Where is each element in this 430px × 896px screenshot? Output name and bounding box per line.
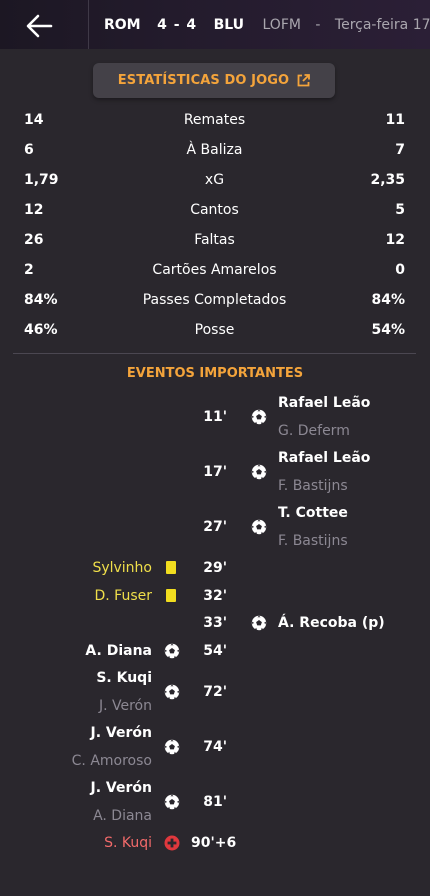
stat-name: Faltas — [194, 232, 235, 248]
event-minute: 29' — [203, 560, 227, 576]
stat-home-value: 14 — [24, 112, 44, 128]
event-player: T. Cottee — [278, 505, 348, 521]
event-assist: A. Diana — [93, 808, 152, 824]
event-minute: 27' — [203, 519, 227, 535]
event-player: Sylvinho — [92, 560, 152, 576]
yellow-card-icon — [166, 589, 176, 602]
goal-ball-icon — [164, 794, 180, 810]
stat-home-value: 1,79 — [24, 172, 59, 188]
event-player: S. Kuqi — [104, 835, 152, 851]
back-arrow-icon[interactable] — [24, 12, 54, 40]
match-summary: ROM 4 - 4 BLU LOFM - Terça-feira 17 — [104, 16, 430, 34]
event-player: J. Verón — [90, 725, 152, 741]
header-divider — [88, 0, 89, 49]
stat-name: Posse — [194, 322, 235, 338]
stat-row: À Baliza 6 7 — [24, 140, 405, 160]
match-date: Terça-feira 17 — [334, 17, 430, 33]
stat-row: Faltas 26 12 — [24, 230, 405, 250]
goal-ball-icon — [164, 684, 180, 700]
event-player: Rafael Leão — [278, 395, 371, 411]
event-assist: F. Bastijns — [278, 533, 348, 549]
event-player: S. Kuqi — [96, 670, 152, 686]
stat-away-value: 5 — [395, 202, 405, 218]
home-team: ROM — [104, 17, 141, 33]
stat-row: Passes Completados 84% 84% — [24, 290, 405, 310]
goal-ball-icon — [164, 739, 180, 755]
yellow-card-icon — [166, 561, 176, 574]
event-player: A. Diana — [85, 643, 152, 659]
goal-ball-icon — [251, 409, 267, 425]
stat-away-value: 12 — [385, 232, 405, 248]
goal-ball-icon — [251, 519, 267, 535]
header-separator: - — [315, 17, 321, 33]
stat-home-value: 2 — [24, 262, 34, 278]
stat-name: Remates — [183, 112, 246, 128]
match-header: ROM 4 - 4 BLU LOFM - Terça-feira 17 — [0, 0, 430, 49]
event-minute: 17' — [203, 464, 227, 480]
competition: LOFM — [262, 17, 301, 33]
stat-name: xG — [204, 172, 225, 188]
external-link-icon — [297, 74, 311, 87]
goal-ball-icon — [251, 615, 267, 631]
event-minute: 11' — [203, 409, 227, 425]
stat-away-value: 2,35 — [370, 172, 405, 188]
injury-icon — [164, 835, 180, 851]
section-divider — [13, 353, 416, 354]
stat-row: Posse 46% 54% — [24, 320, 405, 340]
stat-row: Remates 14 11 — [24, 110, 405, 130]
event-minute: 32' — [203, 588, 227, 604]
goal-ball-icon — [251, 464, 267, 480]
event-assist: J. Verón — [98, 698, 152, 714]
event-minute: 90'+6 — [191, 835, 237, 851]
stat-name: Cartões Amarelos — [152, 262, 277, 278]
stat-away-value: 7 — [395, 142, 405, 158]
event-minute: 33' — [203, 615, 227, 631]
stat-home-value: 46% — [24, 322, 58, 338]
event-player: D. Fuser — [94, 588, 152, 604]
event-player: Á. Recoba (p) — [278, 615, 385, 631]
stat-row: Cantos 12 5 — [24, 200, 405, 220]
goal-ball-icon — [164, 643, 180, 659]
event-player: Rafael Leão — [278, 450, 371, 466]
match-stats-button[interactable]: ESTATÍSTICAS DO JOGO — [93, 63, 335, 98]
stat-name: Passes Completados — [142, 292, 287, 308]
event-assist: G. Deferm — [278, 423, 350, 439]
stat-home-value: 84% — [24, 292, 58, 308]
events-title: EVENTOS IMPORTANTES — [126, 366, 304, 381]
event-assist: F. Bastijns — [278, 478, 348, 494]
stat-name: Cantos — [190, 202, 239, 218]
stat-row: Cartões Amarelos 2 0 — [24, 260, 405, 280]
event-assist: C. Amoroso — [71, 753, 152, 769]
stat-away-value: 54% — [371, 322, 405, 338]
stat-name: À Baliza — [186, 142, 243, 158]
stat-home-value: 26 — [24, 232, 44, 248]
event-player: J. Verón — [90, 780, 152, 796]
away-team: BLU — [213, 17, 245, 33]
stat-away-value: 11 — [385, 112, 405, 128]
stat-home-value: 6 — [24, 142, 34, 158]
match-score: 4 - 4 — [157, 17, 198, 33]
stat-away-value: 0 — [395, 262, 405, 278]
stat-row: xG 1,79 2,35 — [24, 170, 405, 190]
match-stats-label: ESTATÍSTICAS DO JOGO — [117, 73, 290, 88]
stat-home-value: 12 — [24, 202, 44, 218]
stat-away-value: 84% — [371, 292, 405, 308]
